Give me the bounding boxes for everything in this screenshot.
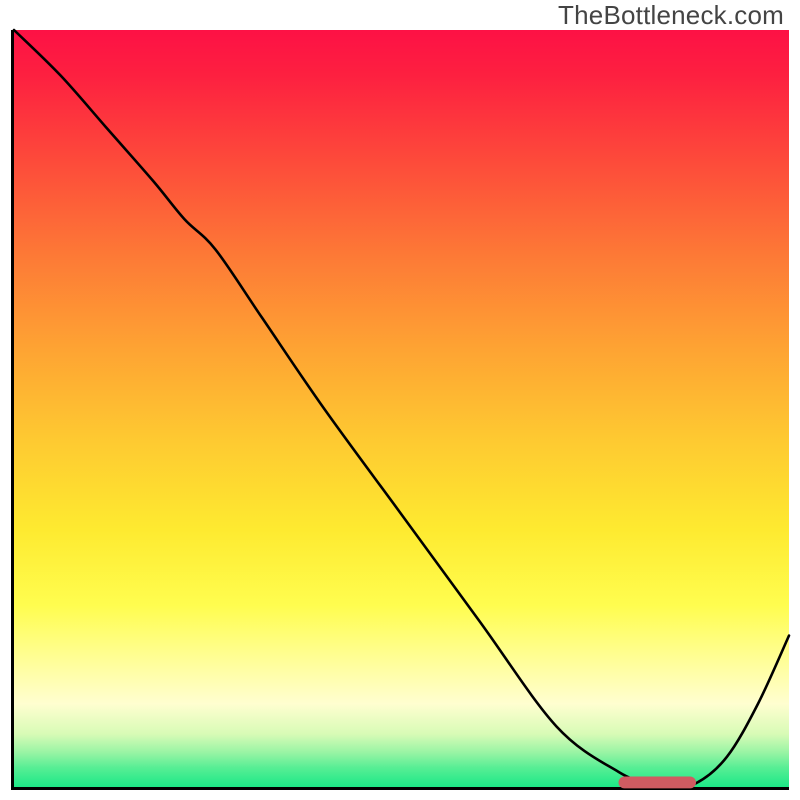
minimum-marker (619, 776, 697, 788)
watermark-text: TheBottleneck.com (558, 0, 784, 31)
chart-svg (14, 30, 789, 787)
bottleneck-curve (14, 30, 789, 786)
plot-area (11, 30, 789, 790)
